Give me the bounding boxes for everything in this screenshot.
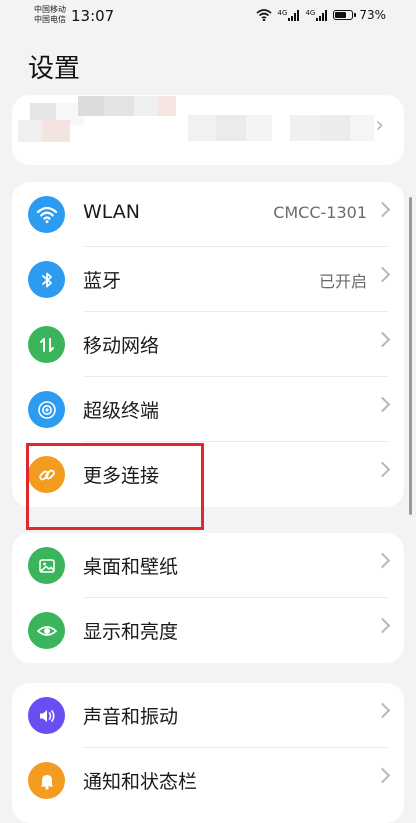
chevron-right-icon <box>374 702 391 719</box>
chevron-right-icon <box>374 461 391 478</box>
setting-label: 显示和亮度 <box>83 621 179 643</box>
carrier-2: 中国电信 <box>34 15 66 24</box>
bluetooth-icon <box>28 261 65 298</box>
setting-home-wallpaper[interactable]: 桌面和壁纸 <box>12 533 404 598</box>
scrollbar[interactable] <box>409 197 412 515</box>
setting-label: 移动网络 <box>83 335 160 357</box>
chevron-right-icon <box>374 331 391 348</box>
blurred-block <box>78 96 104 116</box>
super-device-icon <box>28 391 65 428</box>
setting-value: 已开启 <box>318 272 367 291</box>
chevron-right-icon <box>374 552 391 569</box>
settings-group-sound: 声音和振动 通知和状态栏 <box>12 683 404 823</box>
signal-icon-2 <box>316 9 328 21</box>
setting-sound-vibration[interactable]: 声音和振动 <box>12 683 404 748</box>
blurred-block <box>290 115 320 141</box>
highlight-box <box>26 443 204 530</box>
eye-icon <box>28 612 65 649</box>
signal-icon-1 <box>288 9 300 21</box>
blurred-block <box>104 96 134 116</box>
account-card[interactable]: › <box>12 95 404 165</box>
blurred-block <box>158 96 176 116</box>
status-time: 13:07 <box>71 7 115 25</box>
chevron-right-icon <box>374 767 391 784</box>
setting-value: CMCC-1301 <box>273 203 367 222</box>
setting-label: 声音和振动 <box>83 706 179 728</box>
battery-icon <box>333 10 357 20</box>
chevron-right-icon <box>374 201 391 218</box>
blurred-block <box>188 115 216 141</box>
carrier-info: 中国移动 中国电信 <box>34 5 66 25</box>
blurred-block <box>42 120 70 142</box>
blurred-block <box>320 115 350 141</box>
chevron-right-icon: › <box>375 113 384 138</box>
setting-label: WLAN <box>83 201 141 223</box>
mobile-data-icon <box>28 326 65 363</box>
setting-notifications-status-bar[interactable]: 通知和状态栏 <box>12 748 404 813</box>
wallpaper-icon <box>28 547 65 584</box>
blurred-block <box>134 96 158 116</box>
setting-display-brightness[interactable]: 显示和亮度 <box>12 598 404 663</box>
chevron-right-icon <box>374 266 391 283</box>
blurred-block <box>246 115 272 141</box>
network-type-2: 4G <box>305 8 316 17</box>
setting-label: 蓝牙 <box>83 270 122 292</box>
setting-label: 超级终端 <box>83 400 160 422</box>
chevron-right-icon <box>374 617 391 634</box>
blurred-block <box>18 120 42 142</box>
status-icons: 4G 4G 73% <box>256 8 386 22</box>
page-title: 设置 <box>28 54 81 84</box>
setting-wlan[interactable]: WLAN CMCC-1301 <box>12 182 404 247</box>
setting-label: 通知和状态栏 <box>83 771 198 793</box>
setting-bluetooth[interactable]: 蓝牙 已开启 <box>12 247 404 312</box>
carrier-1: 中国移动 <box>34 5 66 14</box>
setting-super-device[interactable]: 超级终端 <box>12 377 404 442</box>
sound-icon <box>28 697 65 734</box>
wifi-icon <box>28 196 65 233</box>
settings-group-display: 桌面和壁纸 显示和亮度 <box>12 533 404 663</box>
blurred-block <box>216 115 246 141</box>
setting-mobile-network[interactable]: 移动网络 <box>12 312 404 377</box>
chevron-right-icon <box>374 396 391 413</box>
wifi-status-icon <box>256 9 272 21</box>
network-type-1: 4G <box>277 8 288 17</box>
bell-icon <box>28 762 65 799</box>
status-bar: 中国移动 中国电信 13:07 4G 4G 73% <box>0 0 416 34</box>
blurred-block <box>350 115 374 141</box>
setting-label: 桌面和壁纸 <box>83 556 179 578</box>
battery-percent: 73% <box>359 8 386 22</box>
